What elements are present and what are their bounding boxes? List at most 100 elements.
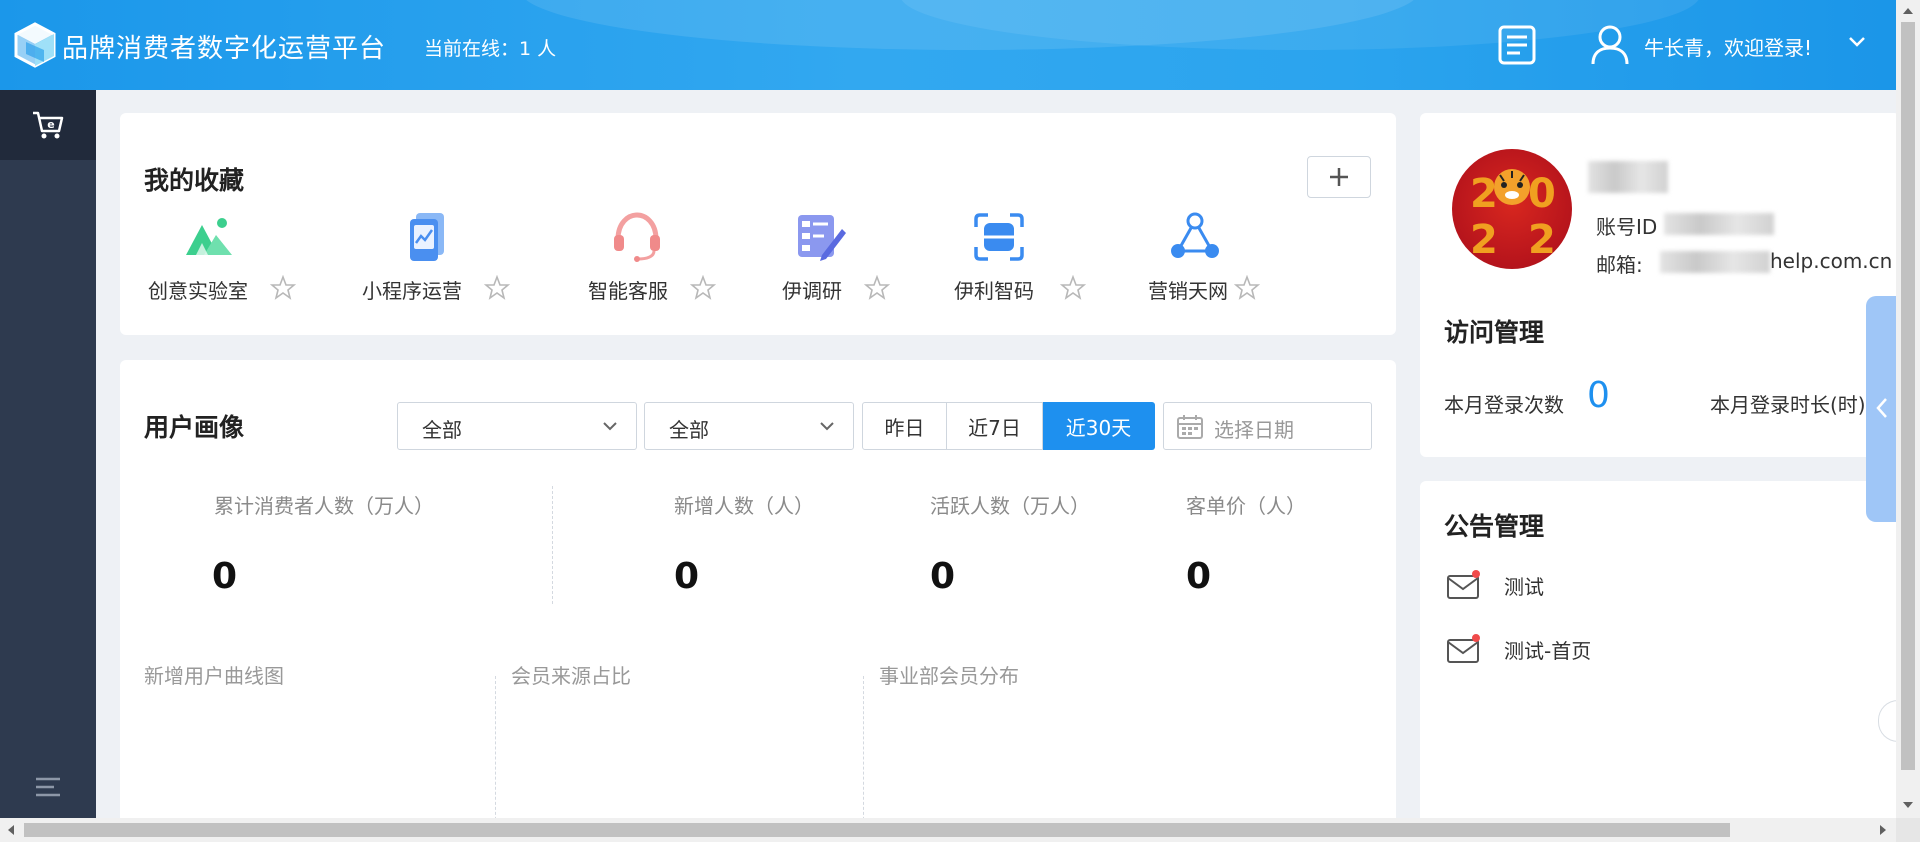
favorites-card: 我的收藏 创意实验室 小程序运营 智能客服 伊调研 伊利智码 营销天网 (120, 113, 1396, 335)
headset-icon (614, 212, 660, 262)
chevron-down-icon (603, 422, 617, 431)
favorite-item[interactable]: 伊利智码 (954, 211, 1094, 321)
avatar[interactable]: 2 0 2 2 (1452, 149, 1572, 269)
date-picker[interactable]: 选择日期 (1163, 402, 1372, 450)
svg-text:2: 2 (1470, 217, 1498, 263)
favorite-item[interactable]: 小程序运营 (362, 211, 522, 321)
svg-text:2: 2 (1470, 171, 1498, 217)
horizontal-scroll-thumb[interactable] (24, 823, 1730, 837)
chevron-left-icon (1876, 398, 1887, 418)
stat-value: 0 (212, 556, 238, 597)
notice-item[interactable]: 测试-首页 (1446, 633, 1646, 673)
notice-text: 测试-首页 (1504, 639, 1592, 663)
scan-code-icon (974, 213, 1024, 261)
login-count-label: 本月登录次数 (1444, 393, 1564, 417)
mini-program-icon (410, 213, 444, 261)
star-icon[interactable] (864, 275, 890, 301)
network-icon (1171, 212, 1219, 258)
survey-icon (798, 215, 846, 261)
shopping-cart-icon: e (33, 111, 64, 139)
chart-title: 会员来源占比 (511, 664, 631, 688)
svg-text:e: e (47, 118, 54, 131)
favorite-label: 创意实验室 (148, 279, 248, 303)
stat-value: 0 (930, 556, 956, 597)
favorite-item[interactable]: 伊调研 (782, 211, 902, 321)
scroll-up-arrow-icon[interactable] (1902, 6, 1914, 16)
chart-title: 新增用户曲线图 (144, 664, 284, 688)
scroll-down-arrow-icon[interactable] (1902, 800, 1914, 810)
mail-unread-icon (1447, 570, 1480, 599)
favorite-item[interactable]: 创意实验室 (148, 211, 308, 321)
star-icon[interactable] (484, 275, 510, 301)
stat-label: 活跃人数（万人） (930, 494, 1090, 518)
chart-title: 事业部会员分布 (879, 664, 1019, 688)
left-sidebar: e (0, 90, 96, 818)
collapse-panel-tab[interactable] (1866, 296, 1900, 522)
vertical-scroll-thumb[interactable] (1901, 22, 1915, 770)
visit-management-title: 访问管理 (1444, 318, 1545, 347)
favorite-label: 小程序运营 (362, 279, 462, 303)
user-portrait-title: 用户画像 (144, 413, 245, 442)
favorites-title: 我的收藏 (144, 166, 245, 195)
scroll-right-arrow-icon[interactable] (1878, 824, 1888, 836)
scrollbar-corner (1896, 818, 1920, 842)
notice-item[interactable]: 测试 (1446, 569, 1646, 609)
notice-card: 公告管理 测试 测试-首页 (1420, 481, 1900, 830)
favorite-label: 伊利智码 (954, 279, 1034, 303)
filter-select-2[interactable]: 全部 (644, 402, 854, 450)
login-duration-label: 本月登录时长(时) (1710, 393, 1866, 417)
range-7days-button[interactable]: 近7日 (947, 402, 1043, 450)
redacted-username (1588, 161, 1668, 193)
star-icon[interactable] (690, 275, 716, 301)
chevron-down-icon (820, 422, 834, 431)
profile-card: 2 0 2 2 账号ID 邮箱: help.com.cn 访问管理 本月登录次数… (1420, 113, 1900, 457)
time-range-group: 昨日 近7日 近30天 (862, 402, 1155, 450)
scroll-left-arrow-icon[interactable] (6, 824, 16, 836)
notice-management-title: 公告管理 (1444, 512, 1545, 541)
horizontal-scrollbar[interactable] (0, 818, 1920, 842)
vertical-scrollbar[interactable] (1896, 0, 1920, 818)
document-list-icon[interactable] (1496, 24, 1538, 66)
app-title: 品牌消费者数字化运营平台 (62, 34, 387, 64)
menu-icon[interactable] (34, 776, 62, 798)
user-portrait-card: 用户画像 全部 全部 昨日 近7日 近30天 选择日期 累计消费者人数（万人） … (120, 360, 1396, 830)
favorite-label: 伊调研 (782, 279, 842, 303)
date-placeholder: 选择日期 (1214, 418, 1294, 442)
cube-logo-icon[interactable] (14, 22, 56, 68)
range-30days-button[interactable]: 近30天 (1043, 402, 1155, 450)
favorites-list: 创意实验室 小程序运营 智能客服 伊调研 伊利智码 营销天网 (148, 211, 1304, 321)
star-icon[interactable] (1060, 275, 1086, 301)
filter-select-1[interactable]: 全部 (397, 402, 637, 450)
login-count-value: 0 (1587, 375, 1610, 416)
account-id-label: 账号ID (1596, 215, 1658, 239)
favorite-item[interactable]: 智能客服 (588, 211, 728, 321)
stat-label: 客单价（人） (1186, 494, 1306, 518)
divider (863, 676, 864, 830)
favorite-label: 智能客服 (588, 279, 668, 303)
add-favorite-button[interactable] (1307, 156, 1371, 198)
stat-label: 累计消费者人数（万人） (214, 494, 434, 518)
svg-text:2: 2 (1528, 217, 1556, 263)
top-header: 品牌消费者数字化运营平台 当前在线：1 人 牛长青，欢迎登录! (0, 0, 1920, 90)
chevron-down-icon[interactable] (1847, 34, 1867, 50)
user-avatar-icon[interactable] (1590, 24, 1630, 66)
notice-text: 测试 (1504, 575, 1544, 599)
favorite-item[interactable]: 营销天网 (1148, 211, 1278, 321)
divider (495, 676, 496, 830)
redacted-account-id (1664, 213, 1774, 235)
plus-icon (1330, 168, 1348, 186)
star-icon[interactable] (1234, 275, 1260, 301)
stat-value: 0 (674, 556, 700, 597)
tiger-2022-avatar-icon: 2 0 2 2 (1470, 169, 1556, 263)
stat-value: 0 (1186, 556, 1212, 597)
calendar-icon (1177, 415, 1203, 439)
mountain-icon (186, 218, 232, 255)
email-visible-part: help.com.cn (1770, 249, 1893, 273)
welcome-text[interactable]: 牛长青，欢迎登录! (1644, 32, 1812, 61)
redacted-email (1660, 251, 1770, 273)
svg-text:0: 0 (1528, 171, 1556, 217)
sidebar-item-ecommerce[interactable]: e (0, 90, 96, 160)
favorite-label: 营销天网 (1148, 279, 1228, 303)
star-icon[interactable] (270, 275, 296, 301)
range-yesterday-button[interactable]: 昨日 (862, 402, 947, 450)
